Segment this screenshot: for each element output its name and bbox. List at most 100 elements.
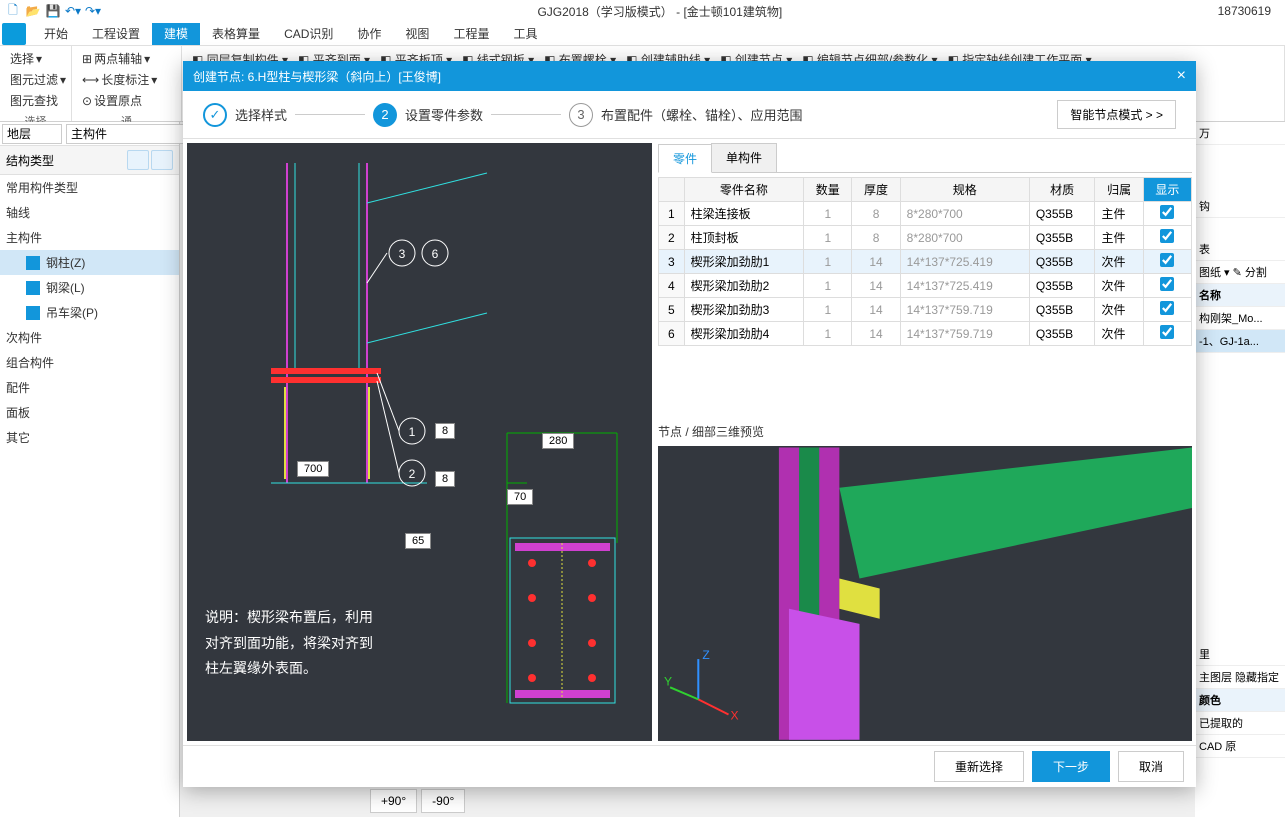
svg-text:X: X <box>731 708 739 722</box>
tab-single[interactable]: 单构件 <box>711 143 777 172</box>
col-3[interactable]: 厚度 <box>852 178 900 202</box>
column-icon <box>26 256 40 270</box>
wizard-steps: ✓ 选择样式 2 设置零件参数 3 布置配件（螺栓、锚栓）、应用范围 智能节点模… <box>183 91 1196 139</box>
aux-axis-button[interactable]: ⊞ 两点辅轴 ▾ <box>78 48 175 69</box>
rotate-minus-button[interactable]: -90° <box>421 789 465 813</box>
col-5[interactable]: 材质 <box>1029 178 1095 202</box>
col-1[interactable]: 零件名称 <box>684 178 804 202</box>
dim-input-1[interactable]: 8 <box>435 423 455 439</box>
rotate-plus-button[interactable]: +90° <box>370 789 417 813</box>
close-icon[interactable]: × <box>1177 67 1186 85</box>
svg-text:Y: Y <box>664 674 672 688</box>
menu-1[interactable]: 工程设置 <box>80 23 152 45</box>
preview-2d[interactable]: 3 6 1 2 <box>187 143 652 741</box>
col-4[interactable]: 规格 <box>900 178 1029 202</box>
table-row[interactable]: 4楔形梁加劲肋211414*137*725.419Q355B次件 <box>659 274 1192 298</box>
svg-text:2: 2 <box>409 467 416 481</box>
item-crane-beam[interactable]: 吊车梁(P) <box>0 300 179 325</box>
svg-text:1: 1 <box>409 425 416 439</box>
dialog-title-bar: 创建节点: 6.H型柱与楔形梁（斜向上）[王俊博] × <box>183 61 1196 91</box>
layer-select[interactable] <box>2 124 62 144</box>
step-2[interactable]: 2 设置零件参数 <box>373 103 483 127</box>
dim-input-65[interactable]: 65 <box>405 533 431 549</box>
reset-button[interactable]: 重新选择 <box>934 751 1024 782</box>
menu-7[interactable]: 工程量 <box>441 23 501 45</box>
step-3[interactable]: 3 布置配件（螺栓、锚栓）、应用范围 <box>569 103 803 127</box>
step-1[interactable]: ✓ 选择样式 <box>203 103 287 127</box>
group-composite[interactable]: 组合构件 <box>0 350 179 375</box>
preview-note: 说明：楔形梁布置后，利用对齐到面功能，将梁对齐到柱左翼缘外表面。 <box>205 605 385 681</box>
dim-input-700[interactable]: 700 <box>297 461 329 477</box>
show-checkbox[interactable] <box>1160 229 1174 243</box>
list-view-icon[interactable] <box>127 150 149 170</box>
group-secondary[interactable]: 次构件 <box>0 325 179 350</box>
user-id: 18730619 <box>1218 4 1281 18</box>
next-button[interactable]: 下一步 <box>1032 751 1110 782</box>
menu-5[interactable]: 协作 <box>345 23 393 45</box>
col-0[interactable] <box>659 178 685 202</box>
structure-type-header: 结构类型 <box>0 146 179 175</box>
dialog-title: 创建节点: 6.H型柱与楔形梁（斜向上）[王俊博] <box>193 68 441 85</box>
save-icon[interactable]: 💾 <box>44 2 62 20</box>
undo-icon[interactable]: ↶▾ <box>64 2 82 20</box>
preview-3d[interactable]: Z X Y <box>658 446 1192 741</box>
new-icon[interactable]: 🗋 <box>4 2 22 20</box>
select-button[interactable]: 选择 ▾ <box>6 48 65 69</box>
menu-4[interactable]: CAD识别 <box>272 23 345 45</box>
show-checkbox[interactable] <box>1160 205 1174 219</box>
check-icon: ✓ <box>203 103 227 127</box>
parts-table: 零件名称数量厚度规格材质归属显示 1柱梁连接板188*280*700Q355B主… <box>658 177 1192 346</box>
smart-mode-button[interactable]: 智能节点模式 > > <box>1057 100 1176 129</box>
dimension-button[interactable]: ⟷ 长度标注 ▾ <box>78 69 175 90</box>
group-main[interactable]: 主构件 <box>0 225 179 250</box>
dim-input-280[interactable]: 280 <box>542 433 574 449</box>
table-row[interactable]: 6楔形梁加劲肋411414*137*759.719Q355B次件 <box>659 322 1192 346</box>
show-checkbox[interactable] <box>1160 301 1174 315</box>
app-logo-icon <box>2 23 26 45</box>
crane-icon <box>26 306 40 320</box>
dim-input-70[interactable]: 70 <box>507 489 533 505</box>
show-checkbox[interactable] <box>1160 325 1174 339</box>
common-types-label: 常用构件类型 <box>0 175 179 200</box>
origin-button[interactable]: ⊙ 设置原点 <box>78 90 175 111</box>
group-other[interactable]: 其它 <box>0 425 179 450</box>
table-row[interactable]: 3楔形梁加劲肋111414*137*725.419Q355B次件 <box>659 250 1192 274</box>
menu-3[interactable]: 表格算量 <box>200 23 272 45</box>
left-panel: 结构类型 常用构件类型 轴线 主构件 钢柱(Z) 钢梁(L) 吊车梁(P) 次构… <box>0 122 180 817</box>
menu-6[interactable]: 视图 <box>393 23 441 45</box>
parts-tabs: 零件 单构件 <box>658 143 1192 173</box>
title-bar: 🗋 📂 💾 ↶▾ ↷▾ GJG2018（学习版模式） - [金士顿101建筑物]… <box>0 0 1285 22</box>
table-row[interactable]: 5楔形梁加劲肋311414*137*759.719Q355B次件 <box>659 298 1192 322</box>
preview3d-label: 节点 / 细部三维预览 <box>658 421 1192 442</box>
group-axis[interactable]: 轴线 <box>0 200 179 225</box>
beam-icon <box>26 281 40 295</box>
menu-8[interactable]: 工具 <box>501 23 549 45</box>
menu-0[interactable]: 开始 <box>32 23 80 45</box>
find-button[interactable]: 图元查找 <box>6 90 65 111</box>
show-checkbox[interactable] <box>1160 253 1174 267</box>
open-icon[interactable]: 📂 <box>24 2 42 20</box>
tab-parts[interactable]: 零件 <box>658 144 712 173</box>
redo-icon[interactable]: ↷▾ <box>84 2 102 20</box>
svg-text:3: 3 <box>399 247 406 261</box>
svg-text:Z: Z <box>702 648 709 662</box>
item-steel-column[interactable]: 钢柱(Z) <box>0 250 179 275</box>
dim-input-2[interactable]: 8 <box>435 471 455 487</box>
table-row[interactable]: 1柱梁连接板188*280*700Q355B主件 <box>659 202 1192 226</box>
item-steel-beam[interactable]: 钢梁(L) <box>0 275 179 300</box>
menu-2[interactable]: 建模 <box>152 23 200 45</box>
group-accessories[interactable]: 配件 <box>0 375 179 400</box>
col-6[interactable]: 归属 <box>1095 178 1143 202</box>
show-checkbox[interactable] <box>1160 277 1174 291</box>
col-7[interactable]: 显示 <box>1143 178 1191 202</box>
quick-access-toolbar: 🗋 📂 💾 ↶▾ ↷▾ <box>4 2 102 20</box>
filter-button[interactable]: 图元过滤 ▾ <box>6 69 65 90</box>
create-node-dialog: 创建节点: 6.H型柱与楔形梁（斜向上）[王俊博] × ✓ 选择样式 2 设置零… <box>183 61 1196 787</box>
table-row[interactable]: 2柱顶封板188*280*700Q355B主件 <box>659 226 1192 250</box>
grid-view-icon[interactable] <box>151 150 173 170</box>
svg-text:6: 6 <box>432 247 439 261</box>
cancel-button[interactable]: 取消 <box>1118 751 1184 782</box>
col-2[interactable]: 数量 <box>804 178 852 202</box>
app-title: GJG2018（学习版模式） - [金士顿101建筑物] <box>102 3 1218 20</box>
group-panel[interactable]: 面板 <box>0 400 179 425</box>
